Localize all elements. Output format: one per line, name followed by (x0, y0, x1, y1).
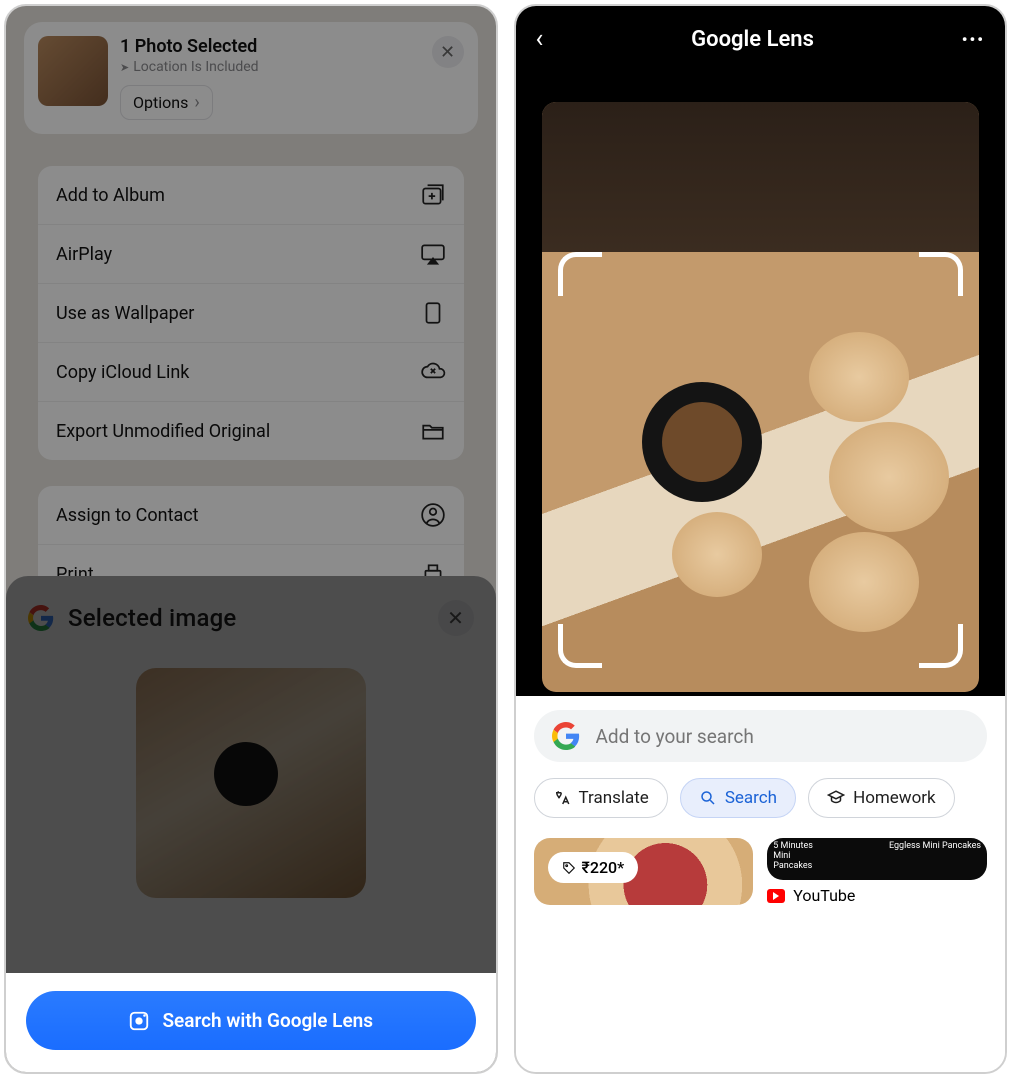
search-input[interactable] (596, 725, 970, 748)
action-icloud-link[interactable]: Copy iCloud Link (38, 343, 464, 402)
lens-results-panel: Translate Search Homework ₹220* (516, 696, 1006, 1072)
chip-search[interactable]: Search (680, 778, 796, 818)
back-button[interactable]: ‹ (536, 24, 544, 54)
cta-bar: Search with Google Lens (6, 973, 496, 1072)
google-lens-screen: ‹ Google Lens ••• Translate (514, 4, 1008, 1074)
crop-handle-tr[interactable] (919, 252, 963, 296)
chip-translate[interactable]: Translate (534, 778, 668, 818)
translate-icon (553, 789, 571, 807)
card2-left-text: 5 Minutes Mini Pancakes (773, 842, 813, 872)
icloud-link-icon (420, 359, 446, 385)
action-label: Copy iCloud Link (56, 362, 189, 383)
share-header-card: 1 Photo Selected Location Is Included Op… (24, 22, 478, 134)
result-source: YouTube (767, 886, 987, 905)
share-thumbnail (38, 36, 108, 106)
options-button[interactable]: Options (120, 85, 213, 120)
search-bar[interactable] (534, 710, 988, 762)
wallpaper-icon (420, 300, 446, 326)
cta-label: Search with Google Lens (162, 1009, 373, 1032)
close-icon[interactable]: ✕ (432, 36, 464, 68)
youtube-icon (767, 889, 785, 903)
action-label: Add to Album (56, 185, 165, 206)
image-viewer[interactable] (542, 102, 980, 692)
action-airplay[interactable]: AirPlay (38, 225, 464, 284)
result-card-1[interactable]: ₹220* (534, 838, 754, 905)
share-actions-group-1: Add to Album AirPlay Use as Wallpaper Co… (38, 166, 464, 460)
crop-handle-tl[interactable] (558, 252, 602, 296)
chip-label: Search (725, 788, 777, 808)
ios-share-screen: 1 Photo Selected Location Is Included Op… (4, 4, 498, 1074)
lens-icon (128, 1010, 150, 1032)
search-with-google-lens-button[interactable]: Search with Google Lens (26, 991, 476, 1050)
result-card-2[interactable]: 5 Minutes Mini Pancakes Eggless Mini Pan… (767, 838, 987, 880)
action-label: Assign to Contact (56, 505, 199, 526)
chip-homework[interactable]: Homework (808, 778, 955, 818)
price-value: ₹220* (582, 858, 625, 877)
action-add-to-album[interactable]: Add to Album (38, 166, 464, 225)
crop-handle-bl[interactable] (558, 624, 602, 668)
action-label: Export Unmodified Original (56, 421, 270, 442)
folder-icon (420, 418, 446, 444)
tag-icon (562, 861, 576, 875)
action-export-original[interactable]: Export Unmodified Original (38, 402, 464, 460)
lens-viewer-area: ‹ Google Lens ••• (516, 6, 1006, 696)
sheet-close-button[interactable]: ✕ (438, 600, 474, 636)
search-icon (699, 789, 717, 807)
mode-chips: Translate Search Homework (534, 778, 988, 818)
airplay-icon (420, 241, 446, 267)
share-subtitle: Location Is Included (120, 59, 464, 75)
share-title: 1 Photo Selected (120, 36, 464, 57)
google-logo-icon (552, 722, 580, 750)
action-label: AirPlay (56, 244, 112, 265)
homework-icon (827, 789, 845, 807)
album-add-icon (420, 182, 446, 208)
chip-label: Homework (853, 788, 936, 808)
action-assign-contact[interactable]: Assign to Contact (38, 486, 464, 545)
results-row: ₹220* 5 Minutes Mini Pancakes Eggless Mi… (534, 838, 988, 905)
sheet-title: Selected image (68, 604, 236, 632)
google-logo-icon (28, 605, 54, 631)
chip-label: Translate (579, 788, 649, 808)
more-menu-button[interactable]: ••• (962, 30, 985, 49)
price-tag: ₹220* (548, 852, 639, 883)
app-brand: Google Lens (691, 27, 814, 52)
action-wallpaper[interactable]: Use as Wallpaper (38, 284, 464, 343)
action-label: Use as Wallpaper (56, 303, 194, 324)
contact-icon (420, 502, 446, 528)
source-label: YouTube (793, 886, 855, 905)
selected-image-preview (136, 668, 366, 898)
crop-overlay[interactable] (558, 252, 964, 668)
crop-handle-br[interactable] (919, 624, 963, 668)
card2-right-text: Eggless Mini Pancakes (889, 842, 981, 852)
